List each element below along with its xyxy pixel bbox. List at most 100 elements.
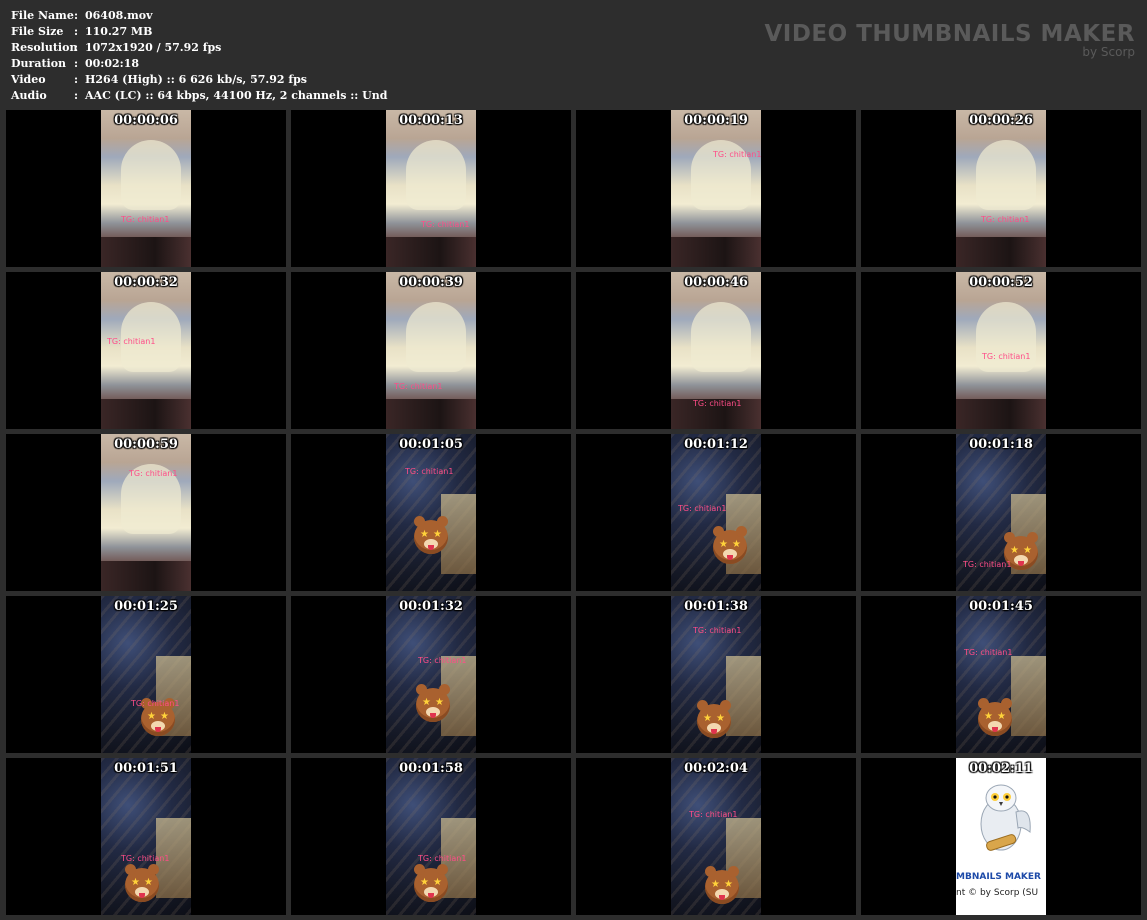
video-frame: TG: chitian1	[956, 110, 1046, 267]
video-frame: ★ ★ TG: chitian1	[386, 758, 476, 915]
thumbnail-cell[interactable]: ★ ★ TG: chitian1 00:01:32	[291, 596, 571, 753]
info-value: 1072x1920 / 57.92 fps	[85, 41, 222, 54]
info-separator: :	[74, 89, 79, 102]
promo-copyright: nt © by Scorp (SU	[956, 888, 1039, 898]
thumbnail-cell[interactable]: ★ ★ TG: chitian1 00:01:18	[861, 434, 1141, 591]
watermark-text: TG: chitian1	[418, 656, 467, 665]
thumbnail-cell[interactable]: TG: chitian1 00:00:19	[576, 110, 856, 267]
info-separator: :	[74, 41, 79, 54]
bear-sticker-icon: ★ ★	[713, 526, 747, 564]
thumbnail-timestamp: 00:00:19	[684, 113, 748, 128]
info-separator: :	[74, 73, 79, 86]
info-label: Duration	[11, 57, 67, 70]
thumbnail-cell[interactable]: TG: chitian1 00:00:32	[6, 272, 286, 429]
info-row-file-size: File Size : 110.27 MB	[11, 24, 387, 40]
info-label: File Name	[11, 9, 74, 22]
watermark-text: TG: chitian1	[107, 337, 156, 346]
info-row-video: Video : H264 (High) :: 6 626 kb/s, 57.92…	[11, 72, 387, 88]
video-frame: ★ ★ TG: chitian1	[671, 596, 761, 753]
bear-sticker-icon: ★ ★	[414, 516, 448, 554]
watermark-text: TG: chitian1	[693, 626, 742, 635]
thumbnail-cell[interactable]: TG: chitian1 00:00:52	[861, 272, 1141, 429]
video-frame: ★ ★ TG: chitian1	[101, 758, 191, 915]
thumbnail-cell[interactable]: TG: chitian1 00:00:06	[6, 110, 286, 267]
thumbnail-grid: TG: chitian1 00:00:06 TG: chitian1 00:00:13…	[6, 110, 1142, 916]
thumbnail-cell[interactable]: ★ ★ TG: chitian1 00:01:25	[6, 596, 286, 753]
thumbnail-timestamp: 00:01:25	[114, 599, 178, 614]
video-frame: MBNAILS MAKER nt © by Scorp (SU	[956, 758, 1046, 915]
watermark-text: TG: chitian1	[689, 810, 738, 819]
video-frame: TG: chitian1	[101, 434, 191, 591]
thumbnail-timestamp: 00:00:59	[114, 437, 178, 452]
thumbnail-timestamp: 00:00:39	[399, 275, 463, 290]
watermark-text: TG: chitian1	[963, 560, 1012, 569]
thumbnail-cell[interactable]: ★ ★ TG: chitian1 00:02:04	[576, 758, 856, 915]
thumbnail-timestamp: 00:01:12	[684, 437, 748, 452]
watermark-text: TG: chitian1	[405, 467, 454, 476]
info-row-duration: Duration : 00:02:18	[11, 56, 387, 72]
thumbnail-timestamp: 00:01:05	[399, 437, 463, 452]
video-frame: ★ ★ TG: chitian1	[956, 434, 1046, 591]
thumbnail-cell[interactable]: TG: chitian1 00:00:46	[576, 272, 856, 429]
thumbnail-cell[interactable]: MBNAILS MAKER nt © by Scorp (SU 00:02:11	[861, 758, 1141, 915]
info-label: File Size	[11, 25, 64, 38]
info-value: 06408.mov	[85, 9, 153, 22]
thumbnail-cell[interactable]: TG: chitian1 00:00:59	[6, 434, 286, 591]
video-frame: ★ ★ TG: chitian1	[671, 758, 761, 915]
thumbnail-timestamp: 00:00:13	[399, 113, 463, 128]
info-value: AAC (LC) :: 64 kbps, 44100 Hz, 2 channel…	[85, 89, 388, 102]
video-frame: TG: chitian1	[386, 272, 476, 429]
thumbnail-cell[interactable]: TG: chitian1 00:00:13	[291, 110, 571, 267]
video-frame: TG: chitian1	[101, 272, 191, 429]
thumbnail-cell[interactable]: TG: chitian1 00:00:26	[861, 110, 1141, 267]
thumbnail-timestamp: 00:00:46	[684, 275, 748, 290]
video-frame: ★ ★ TG: chitian1	[956, 596, 1046, 753]
watermark-text: TG: chitian1	[713, 150, 761, 159]
owl-mascot-icon	[980, 784, 1031, 851]
video-frame: TG: chitian1	[671, 272, 761, 429]
thumbnail-cell[interactable]: ★ ★ TG: chitian1 00:01:05	[291, 434, 571, 591]
video-frame: TG: chitian1	[101, 110, 191, 267]
info-separator: :	[74, 25, 79, 38]
video-frame: TG: chitian1	[386, 110, 476, 267]
watermark-text: TG: chitian1	[981, 215, 1030, 224]
info-row-resolution: Resolution : 1072x1920 / 57.92 fps	[11, 40, 387, 56]
thumbnail-timestamp: 00:01:38	[684, 599, 748, 614]
info-value: 110.27 MB	[85, 25, 153, 38]
thumbnail-cell[interactable]: ★ ★ TG: chitian1 00:01:45	[861, 596, 1141, 753]
thumbnail-cell[interactable]: ★ ★ TG: chitian1 00:01:38	[576, 596, 856, 753]
video-frame: TG: chitian1	[671, 110, 761, 267]
watermark-text: TG: chitian1	[421, 220, 470, 229]
bear-sticker-icon: ★ ★	[125, 864, 159, 902]
info-label: Resolution	[11, 41, 78, 54]
info-separator: :	[74, 57, 79, 70]
thumbnail-timestamp: 00:02:04	[684, 761, 748, 776]
watermark-text: TG: chitian1	[693, 399, 742, 408]
thumbnail-timestamp: 00:01:32	[399, 599, 463, 614]
thumbnail-cell[interactable]: ★ ★ TG: chitian1 00:01:51	[6, 758, 286, 915]
thumbnail-cell[interactable]: ★ ★ TG: chitian1 00:01:58	[291, 758, 571, 915]
info-header: File Name : 06408.mov File Size : 110.27…	[0, 0, 1147, 108]
bear-sticker-icon: ★ ★	[414, 864, 448, 902]
video-frame: ★ ★ TG: chitian1	[671, 434, 761, 591]
thumbnail-timestamp: 00:01:45	[969, 599, 1033, 614]
watermark-text: TG: chitian1	[982, 352, 1031, 361]
video-frame: ★ ★ TG: chitian1	[386, 434, 476, 591]
thumbnail-timestamp: 00:01:58	[399, 761, 463, 776]
bear-sticker-icon: ★ ★	[697, 700, 731, 738]
file-info-block: File Name : 06408.mov File Size : 110.27…	[11, 8, 387, 104]
bear-sticker-icon: ★ ★	[978, 698, 1012, 736]
watermark-text: TG: chitian1	[418, 854, 467, 863]
thumbnail-timestamp: 00:01:51	[114, 761, 178, 776]
info-row-file-name: File Name : 06408.mov	[11, 8, 387, 24]
watermark-text: TG: chitian1	[129, 469, 178, 478]
info-value: H264 (High) :: 6 626 kb/s, 57.92 fps	[85, 73, 307, 86]
thumbnail-cell[interactable]: ★ ★ TG: chitian1 00:01:12	[576, 434, 856, 591]
thumbnail-timestamp: 00:00:26	[969, 113, 1033, 128]
thumbnail-timestamp: 00:00:06	[114, 113, 178, 128]
watermark-text: TG: chitian1	[964, 648, 1013, 657]
thumbnail-cell[interactable]: TG: chitian1 00:00:39	[291, 272, 571, 429]
info-value: 00:02:18	[85, 57, 140, 70]
watermark-text: TG: chitian1	[678, 504, 727, 513]
watermark-text: TG: chitian1	[131, 699, 180, 708]
